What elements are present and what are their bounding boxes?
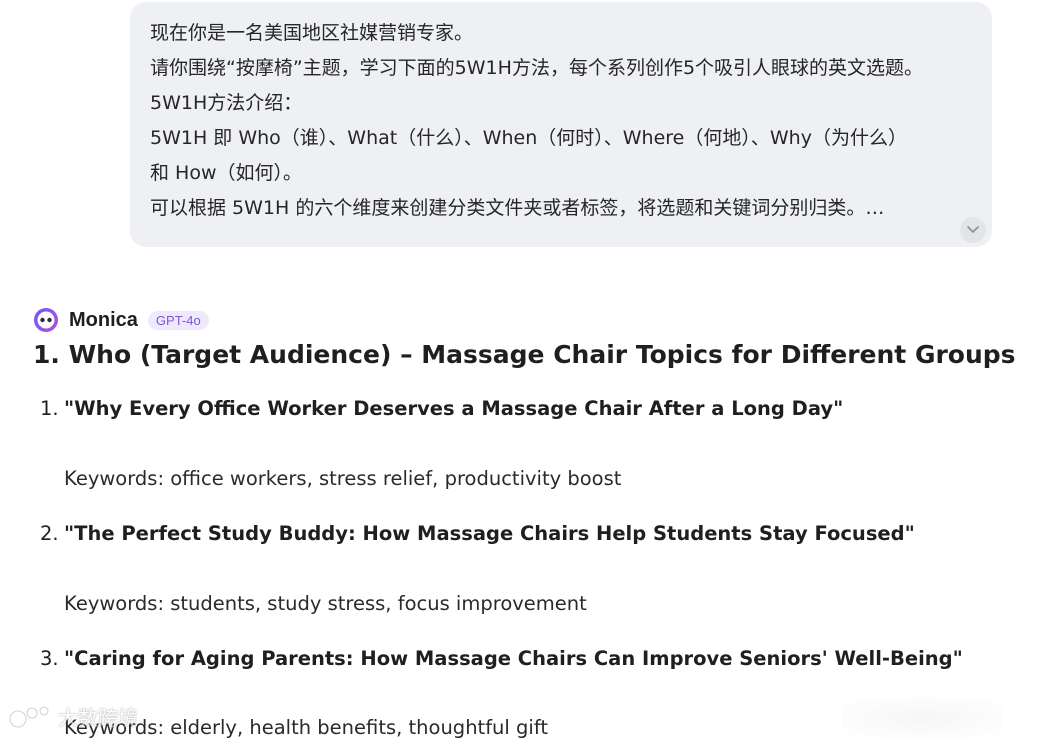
user-message-bubble: 现在你是一名美国地区社媒营销专家。 请你围绕“按摩椅”主题，学习下面的5W1H方… xyxy=(130,2,992,247)
user-message-line: 可以根据 5W1H 的六个维度来创建分类文件夹或者标签，将选题和关键词分别归类。… xyxy=(150,197,885,219)
expand-message-button[interactable] xyxy=(960,217,986,243)
model-badge: GPT-4o xyxy=(147,310,209,330)
topic-title: 2. "The Perfect Study Buddy: How Massage … xyxy=(40,522,915,545)
topic-title-text: "Caring for Aging Parents: How Massage C… xyxy=(64,647,963,670)
topic-title: 3. "Caring for Aging Parents: How Massage… xyxy=(40,647,963,670)
topic-number: 2. xyxy=(40,522,59,545)
user-message-line: 5W1H方法介绍： xyxy=(150,92,303,114)
topic-number: 3. xyxy=(40,647,59,670)
topic-title: 1. "Why Every Office Worker Deserves a Ma… xyxy=(40,397,843,420)
watermark-text: 大数跨境 xyxy=(58,706,138,730)
user-message-line: 请你围绕“按摩椅”主题，学习下面的5W1H方法，每个系列创作5个吸引人眼球的英文… xyxy=(150,57,924,79)
user-message-line: 和 How（如何）。 xyxy=(150,162,302,184)
watermark: 大数跨境 xyxy=(8,702,138,731)
topic-number: 1. xyxy=(40,397,59,420)
topic-title-text: "Why Every Office Worker Deserves a Mass… xyxy=(64,397,844,420)
chevron-down-icon xyxy=(967,226,979,233)
assistant-name: Monica xyxy=(69,308,138,331)
topic-keywords: Keywords: office workers, stress relief,… xyxy=(64,467,622,490)
topic-keywords: Keywords: students, study stress, focus … xyxy=(64,592,587,615)
user-message-line: 5W1H 即 Who（谁）、What（什么）、When（何时）、Where（何地… xyxy=(150,127,907,149)
topic-title-text: "The Perfect Study Buddy: How Massage Ch… xyxy=(64,522,915,545)
assistant-header: Monica GPT-4o xyxy=(33,306,209,334)
section-title: 1. Who (Target Audience) – Massage Chair… xyxy=(33,340,1016,369)
monica-avatar-icon xyxy=(34,308,58,332)
chat-page: 现在你是一名美国地区社媒营销专家。 请你围绕“按摩椅”主题，学习下面的5W1H方… xyxy=(0,0,1042,738)
user-message-line: 现在你是一名美国地区社媒营销专家。 xyxy=(150,22,474,44)
scroll-fade-overlay xyxy=(842,698,1002,738)
watermark-logo-icon xyxy=(8,705,50,728)
